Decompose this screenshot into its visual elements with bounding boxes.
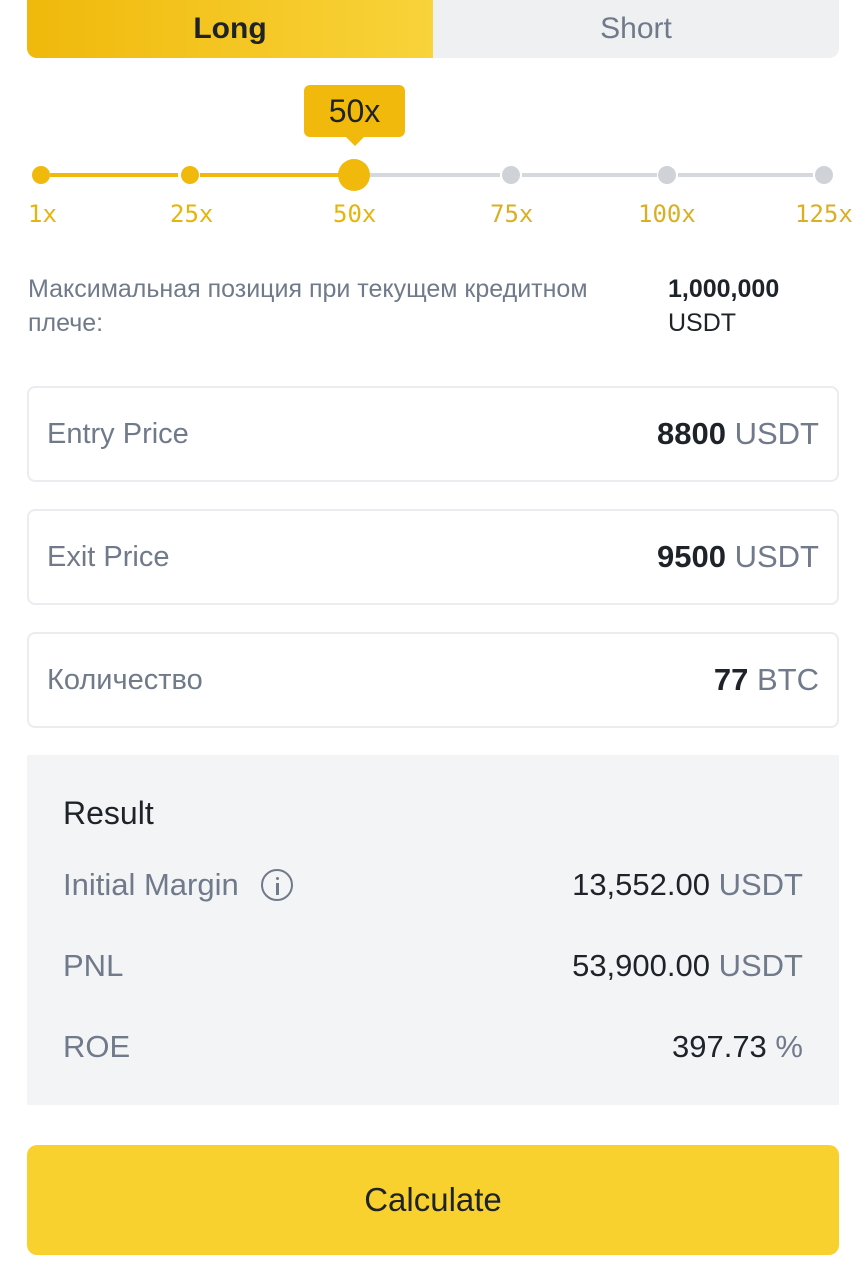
- roe-amount: 397.73: [671, 1029, 776, 1064]
- calculate-button[interactable]: Calculate: [27, 1145, 839, 1255]
- leverage-value-badge: 50x: [304, 85, 405, 146]
- pnl-unit: USDT: [718, 948, 803, 983]
- slider-track-empty-3: [678, 173, 813, 177]
- exit-price-label: Exit Price: [47, 540, 170, 573]
- slider-stop-125x[interactable]: [815, 166, 833, 184]
- exit-price-unit: USDT: [734, 539, 819, 574]
- roe-unit: %: [775, 1029, 803, 1064]
- tick-label-75x: 75x: [490, 200, 534, 228]
- slider-thumb[interactable]: [338, 159, 370, 191]
- max-position-amount: 1,000,000: [668, 275, 780, 303]
- position-side-tabs: Long Short: [27, 0, 839, 58]
- exit-price-amount: 9500: [657, 539, 735, 574]
- quantity-value: 77 BTC: [714, 662, 819, 698]
- max-position-unit: USDT: [668, 309, 737, 337]
- entry-price-field[interactable]: Entry Price 8800 USDT: [27, 386, 839, 482]
- entry-price-unit: USDT: [734, 416, 819, 451]
- pnl-amount: 53,900.00: [572, 948, 719, 983]
- initial-margin-label-wrap: Initial Margin: [63, 867, 293, 903]
- exit-price-field[interactable]: Exit Price 9500 USDT: [27, 509, 839, 605]
- slider-stop-100x[interactable]: [658, 166, 676, 184]
- initial-margin-unit: USDT: [718, 867, 803, 902]
- entry-price-label: Entry Price: [47, 417, 189, 450]
- slider-track-empty-2: [522, 173, 657, 177]
- entry-price-value: 8800 USDT: [657, 416, 819, 452]
- pnl-value: 53,900.00 USDT: [572, 948, 803, 984]
- info-icon[interactable]: [260, 869, 293, 901]
- leverage-slider[interactable]: [0, 155, 865, 195]
- tick-label-100x: 100x: [638, 200, 696, 228]
- tab-short[interactable]: Short: [433, 0, 839, 58]
- initial-margin-value: 13,552.00 USDT: [572, 867, 803, 903]
- tick-label-50x: 50x: [333, 200, 377, 228]
- slider-stop-1x[interactable]: [32, 166, 50, 184]
- entry-price-amount: 8800: [657, 416, 735, 451]
- quantity-unit: BTC: [757, 662, 819, 697]
- quantity-amount: 77: [713, 662, 757, 697]
- max-position-label: Максимальная позиция при текущем кредитн…: [28, 275, 588, 337]
- tick-label-1x: 1x: [28, 200, 57, 228]
- slider-stop-25x[interactable]: [181, 166, 199, 184]
- slider-track-filled-2: [200, 173, 340, 177]
- roe-label: ROE: [63, 1029, 131, 1064]
- tick-label-125x: 125x: [795, 200, 853, 228]
- max-position-value: 1,000,000 USDT: [668, 272, 779, 340]
- slider-track-filled-1: [50, 173, 178, 177]
- initial-margin-amount: 13,552.00: [572, 867, 719, 902]
- quantity-label: Количество: [47, 663, 203, 696]
- initial-margin-row: Initial Margin 13,552.00 USDT: [63, 867, 803, 903]
- pnl-row: PNL 53,900.00 USDT: [63, 948, 803, 984]
- slider-track-empty-1: [370, 173, 500, 177]
- tick-label-25x: 25x: [170, 200, 214, 228]
- tab-long[interactable]: Long: [27, 0, 433, 58]
- roe-value: 397.73 %: [672, 1029, 803, 1065]
- result-title: Result: [63, 795, 154, 831]
- roe-row: ROE 397.73 %: [63, 1029, 803, 1065]
- exit-price-value: 9500 USDT: [657, 539, 819, 575]
- initial-margin-label: Initial Margin: [63, 867, 239, 902]
- quantity-field[interactable]: Количество 77 BTC: [27, 632, 839, 728]
- result-panel: Result Initial Margin 13,552.00 USDT PNL…: [27, 755, 839, 1105]
- pnl-label: PNL: [63, 948, 124, 983]
- slider-stop-75x[interactable]: [502, 166, 520, 184]
